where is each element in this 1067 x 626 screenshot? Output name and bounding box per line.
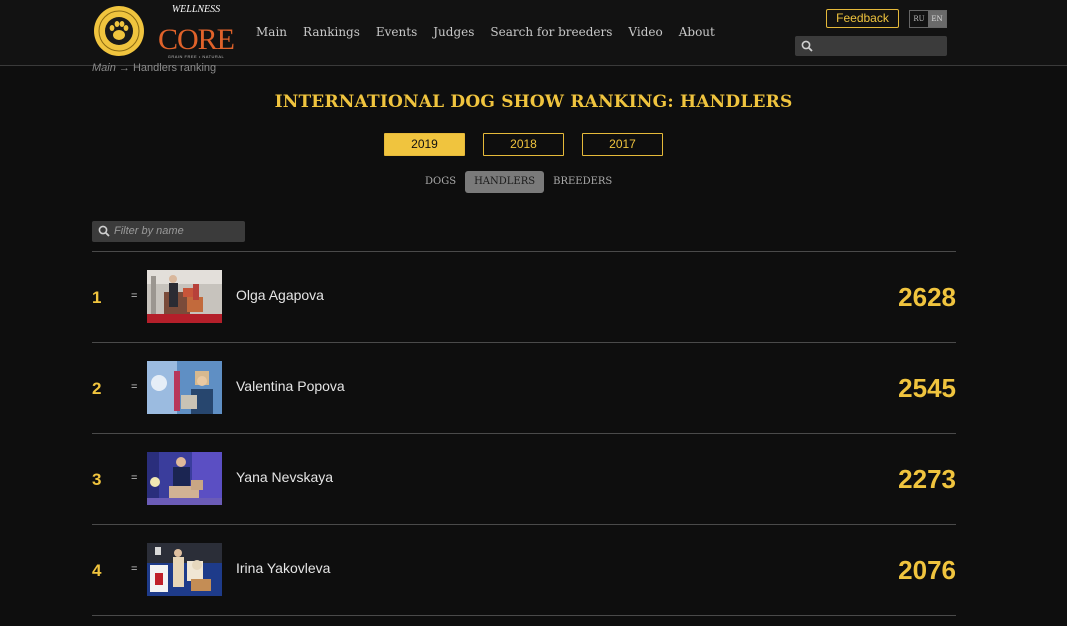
handler-score: 2273	[898, 464, 956, 494]
rank-number: 2	[92, 379, 102, 398]
russian-dog-logo[interactable]	[93, 5, 145, 57]
ranking-row[interactable]: 4 = Irina Yakovleva 2076	[92, 525, 956, 616]
rank-number: 3	[92, 470, 102, 489]
year-selector: 2019 2018 2017	[384, 133, 681, 156]
ranking-row[interactable]: 2 = Valentina Popova 2545	[92, 343, 956, 434]
trend-indicator: =	[131, 563, 138, 575]
page-title: INTERNATIONAL DOG SHOW RANKING: HANDLERS	[274, 92, 793, 112]
handler-name[interactable]: Olga Agapova	[236, 287, 324, 303]
wellness-core-logo[interactable]: WELLNESS CORE GRAIN FREE • NATURAL	[158, 4, 235, 60]
handler-photo[interactable]	[147, 361, 222, 414]
trend-indicator: =	[131, 290, 138, 302]
handler-photo[interactable]	[147, 543, 222, 596]
tab-breeders[interactable]: BREEDERS	[544, 171, 621, 193]
nav-video[interactable]: Video	[628, 24, 662, 40]
handler-name[interactable]: Yana Nevskaya	[236, 469, 333, 485]
nav-main[interactable]: Main	[256, 24, 287, 40]
ranking-row[interactable]: 1 = Olga Agapova 2628	[92, 252, 956, 343]
handler-photo[interactable]	[147, 452, 222, 505]
nav-about[interactable]: About	[679, 24, 715, 40]
feedback-button[interactable]: Feedback	[826, 9, 899, 28]
nav-search-breeders[interactable]: Search for breeders	[490, 24, 612, 40]
search-icon	[98, 225, 110, 237]
rankings-list: 1 = Olga Agapova 2628 2 = Valentina Popo…	[92, 251, 956, 616]
rank-number: 4	[92, 561, 102, 580]
sponsor-top-text: WELLNESS	[171, 4, 221, 15]
year-2018-button[interactable]: 2018	[483, 133, 564, 156]
search-icon	[801, 40, 813, 52]
breadcrumb-current: Handlers ranking	[132, 62, 217, 74]
sponsor-core-word: CORE	[158, 23, 235, 56]
nav-rankings[interactable]: Rankings	[303, 24, 360, 40]
year-2017-button[interactable]: 2017	[582, 133, 663, 156]
nav-judges[interactable]: Judges	[433, 24, 474, 40]
year-2019-button[interactable]: 2019	[384, 133, 465, 156]
filter-placeholder: Filter by name	[114, 225, 184, 237]
nav-events[interactable]: Events	[376, 24, 417, 40]
handler-score: 2628	[898, 282, 956, 312]
language-switcher: RU EN	[909, 10, 947, 28]
site-header: WELLNESS CORE GRAIN FREE • NATURAL Main …	[0, 0, 1067, 66]
tab-handlers[interactable]: HANDLERS	[465, 171, 545, 193]
lang-ru-button[interactable]: RU	[910, 11, 928, 27]
site-search-input[interactable]	[795, 36, 947, 56]
sponsor-sub-text: GRAIN FREE • NATURAL	[167, 54, 225, 59]
breadcrumb-home-link[interactable]: Main	[92, 62, 116, 74]
tab-dogs[interactable]: DOGS	[416, 171, 465, 193]
lang-en-button[interactable]: EN	[928, 11, 946, 27]
handler-score: 2076	[898, 555, 956, 585]
filter-by-name-input[interactable]: Filter by name	[92, 221, 245, 242]
handler-score: 2545	[898, 373, 956, 403]
trend-indicator: =	[131, 381, 138, 393]
handler-name[interactable]: Irina Yakovleva	[236, 560, 330, 576]
handler-photo[interactable]	[147, 270, 222, 323]
main-nav: Main Rankings Events Judges Search for b…	[256, 24, 731, 40]
trend-indicator: =	[131, 472, 138, 484]
breadcrumb: Main → Handlers ranking	[92, 62, 216, 74]
ranking-row[interactable]: 3 = Yana Nevskaya 2273	[92, 434, 956, 525]
handler-name[interactable]: Valentina Popova	[236, 378, 345, 394]
breadcrumb-arrow-icon: →	[118, 62, 130, 74]
rank-number: 1	[92, 288, 102, 307]
category-tabs: DOGS HANDLERS BREEDERS	[416, 171, 621, 193]
